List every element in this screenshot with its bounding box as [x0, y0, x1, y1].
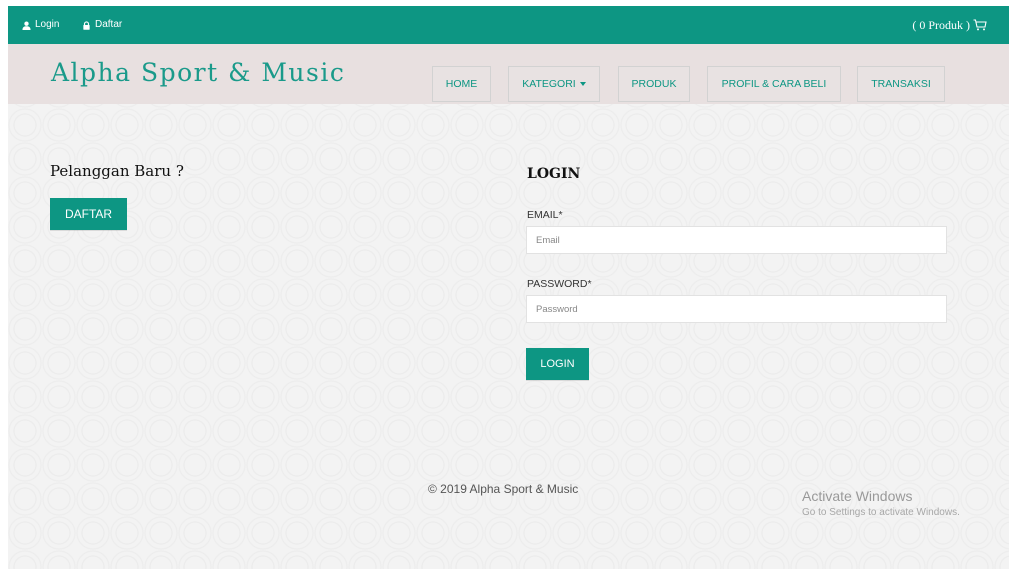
- activate-windows-subtitle: Go to Settings to activate Windows.: [802, 507, 960, 518]
- lock-icon: [83, 20, 90, 30]
- brand-logo[interactable]: Alpha Sport & Music: [51, 58, 345, 87]
- nav-profil[interactable]: PROFIL & CARA BELI: [707, 66, 841, 102]
- login-title: LOGIN: [527, 166, 581, 182]
- nav-transaksi[interactable]: TRANSAKSI: [857, 66, 945, 102]
- top-register-link[interactable]: Daftar: [82, 6, 122, 44]
- chevron-down-icon: [579, 82, 586, 87]
- top-bar: Login Daftar ( 0 Produk ): [8, 6, 1009, 44]
- nav-produk[interactable]: PRODUK: [618, 66, 690, 102]
- login-submit-button[interactable]: LOGIN: [526, 348, 589, 380]
- nav-home-label: HOME: [445, 78, 478, 90]
- nav-kategori[interactable]: KATEGORI: [508, 66, 600, 102]
- top-register-label: Daftar: [95, 19, 123, 30]
- cart-count-label: ( 0 Produk ): [912, 18, 970, 32]
- email-label: EMAIL*: [527, 209, 563, 221]
- cart-link[interactable]: ( 0 Produk ): [912, 6, 987, 44]
- new-customer-title: Pelanggan Baru ?: [50, 162, 184, 180]
- nav-profil-label: PROFIL & CARA BELI: [721, 78, 827, 90]
- site-header: Alpha Sport & Music HOME KATEGORI PRODUK…: [8, 44, 1009, 104]
- nav-home[interactable]: HOME: [432, 66, 491, 102]
- cart-icon: [973, 19, 987, 31]
- footer-copyright: © 2019 Alpha Sport & Music: [428, 482, 579, 496]
- top-login-label: Login: [35, 19, 60, 30]
- nav-kategori-label: KATEGORI: [522, 78, 576, 90]
- nav-produk-label: PRODUK: [631, 78, 677, 90]
- page-frame: Login Daftar ( 0 Produk ) Alpha Sport & …: [8, 6, 1009, 569]
- register-button[interactable]: DAFTAR: [50, 198, 127, 230]
- password-label: PASSWORD*: [527, 278, 592, 290]
- nav-transaksi-label: TRANSAKSI: [871, 78, 931, 90]
- activate-windows-title: Activate Windows: [802, 488, 913, 504]
- top-login-link[interactable]: Login: [22, 6, 59, 44]
- password-field[interactable]: [526, 295, 947, 323]
- email-field[interactable]: [526, 226, 947, 254]
- user-icon: [22, 21, 31, 30]
